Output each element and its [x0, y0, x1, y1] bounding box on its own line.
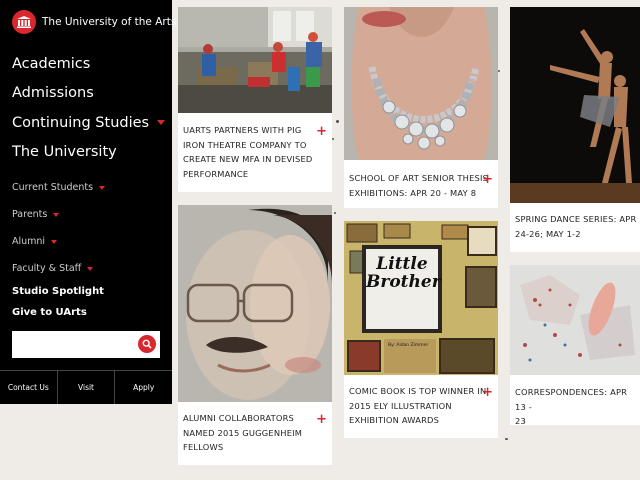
caption-line: 23	[515, 416, 526, 427]
news-card-senior-thesis[interactable]: SCHOOL OF ART SENIOR THESIS EXHIBITIONS:…	[344, 7, 498, 208]
card-caption: ALUMNI COLLABORATORS NAMED 2015 GUGGENHE…	[183, 411, 302, 455]
chevron-down-icon	[87, 266, 94, 271]
utility-links: Contact Us Visit Apply	[0, 370, 172, 404]
sidebar: The University of the Arts Academics Adm…	[0, 0, 176, 404]
search-input[interactable]	[16, 335, 134, 354]
link-studio-spotlight[interactable]: Studio Spotlight	[12, 284, 104, 305]
nav-item-alumni[interactable]: Alumni	[12, 228, 105, 255]
card-image-comic-cover: Little Brother By: Aidan Zimmer	[344, 221, 498, 375]
card-image-correspondences	[510, 265, 640, 375]
card-caption: SPRING DANCE SERIES: APR 24-26; MAY 1-2	[515, 212, 636, 241]
paint-speck	[498, 70, 500, 72]
link-give-to-uarts[interactable]: Give to UArts	[12, 305, 104, 326]
news-card-comic-book[interactable]: Little Brother By: Aidan Zimmer COMIC BO…	[344, 221, 498, 438]
nav-item-faculty-staff[interactable]: Faculty & Staff	[12, 255, 105, 282]
search-box	[12, 331, 160, 358]
news-card-guggenheim[interactable]: ALUMNI COLLABORATORS NAMED 2015 GUGGENHE…	[178, 205, 332, 465]
search-icon[interactable]	[138, 335, 156, 353]
nav-label: Parents	[12, 208, 48, 220]
nav-item-admissions[interactable]: Admissions	[12, 79, 165, 109]
nav-label: Alumni	[12, 235, 46, 247]
apply-link[interactable]: Apply	[114, 371, 172, 404]
caption-line: FELLOWS	[183, 442, 224, 453]
comic-title-line: Brother	[366, 272, 441, 292]
caption-line: 24-26; MAY 1-2	[515, 228, 581, 239]
main-nav: Academics Admissions Continuing Studies …	[12, 49, 166, 168]
plus-icon[interactable]: +	[316, 413, 327, 426]
caption-line: EXHIBITIONS: APR 20 - MAY 8	[349, 187, 477, 198]
contact-us-link[interactable]: Contact Us	[0, 371, 57, 404]
featured-links: Studio Spotlight Give to UArts	[12, 284, 104, 326]
caption-line: CREATE NEW MFA IN DEVISED	[183, 154, 313, 165]
paint-speck	[334, 212, 336, 214]
caption-line: NAMED 2015 GUGGENHEIM	[183, 427, 303, 438]
chevron-down-icon	[51, 239, 58, 244]
caption-line: UARTS PARTNERS WITH PIG	[183, 125, 302, 135]
news-card-correspondences[interactable]: CORRESPONDENCES: APR 13 - 23	[510, 265, 640, 426]
comic-title-line: Little	[376, 254, 428, 274]
news-card-dance[interactable]: SPRING DANCE SERIES: APR 24-26; MAY 1-2	[510, 7, 640, 252]
caption-line: IRON THEATRE COMPANY TO	[183, 139, 307, 150]
site-logo[interactable]: The University of the Arts	[12, 10, 176, 34]
paint-speck	[336, 120, 339, 123]
card-caption: SCHOOL OF ART SENIOR THESIS EXHIBITIONS:…	[349, 171, 488, 200]
plus-icon[interactable]: +	[482, 173, 493, 186]
caption-line: PERFORMANCE	[183, 168, 249, 179]
visit-link[interactable]: Visit	[56, 371, 115, 404]
caption-line: EXHIBITION AWARDS	[349, 415, 440, 426]
nav-item-parents[interactable]: Parents	[12, 201, 105, 228]
plus-icon[interactable]: +	[482, 386, 493, 399]
nav-label: Faculty & Staff	[12, 262, 82, 274]
comic-author: By: Aidan Zimmer	[388, 343, 429, 348]
nav-item-current-students[interactable]: Current Students	[12, 174, 106, 201]
logo-text: The University of the Arts	[42, 16, 177, 28]
nav-label: The University	[12, 144, 117, 161]
caption-line: COMIC BOOK IS TOP WINNER IN	[349, 386, 487, 396]
nav-item-the-university[interactable]: The University	[12, 138, 165, 168]
news-card-pig-iron[interactable]: UARTS PARTNERS WITH PIG IRON THEATRE COM…	[178, 7, 332, 192]
card-image-guggenheim	[178, 205, 332, 402]
card-caption: COMIC BOOK IS TOP WINNER IN 2015 ELY ILL…	[349, 384, 486, 428]
nav-label: Current Students	[12, 181, 94, 193]
card-image-pig-iron	[178, 7, 332, 113]
plus-icon[interactable]: +	[316, 125, 327, 138]
chevron-down-icon	[157, 120, 166, 126]
nav-label: Continuing Studies	[12, 114, 150, 131]
nav-item-academics[interactable]: Academics	[12, 49, 165, 79]
caption-line: 2015 ELY ILLUSTRATION	[349, 400, 452, 411]
chevron-down-icon	[53, 212, 60, 217]
card-image-dance	[510, 7, 640, 203]
card-caption: UARTS PARTNERS WITH PIG IRON THEATRE COM…	[183, 123, 313, 181]
nav-item-continuing-studies[interactable]: Continuing Studies	[12, 108, 166, 138]
comic-title: Little Brother	[366, 254, 441, 292]
audience-nav: Current Students Parents Alumni Faculty …	[12, 174, 106, 282]
caption-line: SCHOOL OF ART SENIOR THESIS	[349, 173, 489, 183]
caption-line: SPRING DANCE SERIES: APR	[515, 214, 637, 224]
nav-label: Admissions	[12, 85, 94, 102]
uarts-building-icon	[12, 10, 36, 34]
card-image-necklace	[344, 7, 498, 160]
paint-speck	[505, 438, 508, 440]
caption-line: CORRESPONDENCES: APR 13 -	[515, 387, 628, 412]
caption-line: ALUMNI COLLABORATORS	[183, 413, 295, 423]
card-caption: CORRESPONDENCES: APR 13 - 23	[515, 385, 640, 429]
paint-speck	[332, 138, 334, 140]
nav-label: Academics	[12, 55, 91, 72]
chevron-down-icon	[99, 185, 106, 190]
